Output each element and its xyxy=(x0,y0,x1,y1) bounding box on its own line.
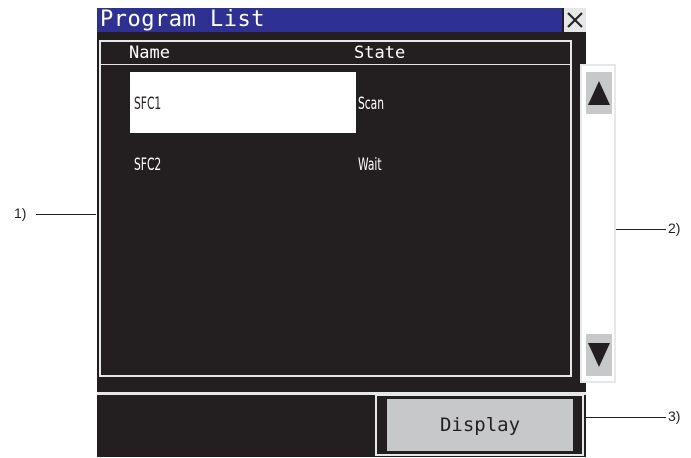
title-bar-fill: Program List xyxy=(97,7,562,32)
callout-2-line xyxy=(616,229,666,230)
program-name: SFC1 xyxy=(134,94,162,114)
title-bar: Program List xyxy=(97,7,586,32)
scrollbar[interactable] xyxy=(580,64,616,383)
callout-3-line xyxy=(584,417,666,418)
callout-1-line xyxy=(36,214,96,215)
column-header-name: Name xyxy=(129,43,170,63)
column-header-state: State xyxy=(354,43,406,63)
down-arrow-icon xyxy=(586,334,612,376)
callout-1-label: 1) xyxy=(14,205,27,221)
display-button-label: Display xyxy=(387,399,573,451)
up-arrow-icon xyxy=(586,72,612,114)
program-state: Scan xyxy=(358,94,385,114)
callout-3-label: 3) xyxy=(668,408,681,424)
callout-2-label: 2) xyxy=(668,220,681,236)
display-button[interactable]: Display xyxy=(375,394,584,456)
close-icon xyxy=(567,12,583,28)
list-row-sfc2[interactable]: SFC2 Wait xyxy=(130,137,382,198)
scroll-up-button[interactable] xyxy=(586,72,612,114)
list-header: Name State xyxy=(101,42,570,65)
list-row-sfc1[interactable]: SFC1 Scan xyxy=(130,72,384,133)
program-state: Wait xyxy=(358,155,382,175)
window-title: Program List xyxy=(100,7,265,32)
close-button[interactable] xyxy=(564,8,586,32)
scroll-down-button[interactable] xyxy=(586,334,612,376)
program-name: SFC2 xyxy=(134,155,162,175)
